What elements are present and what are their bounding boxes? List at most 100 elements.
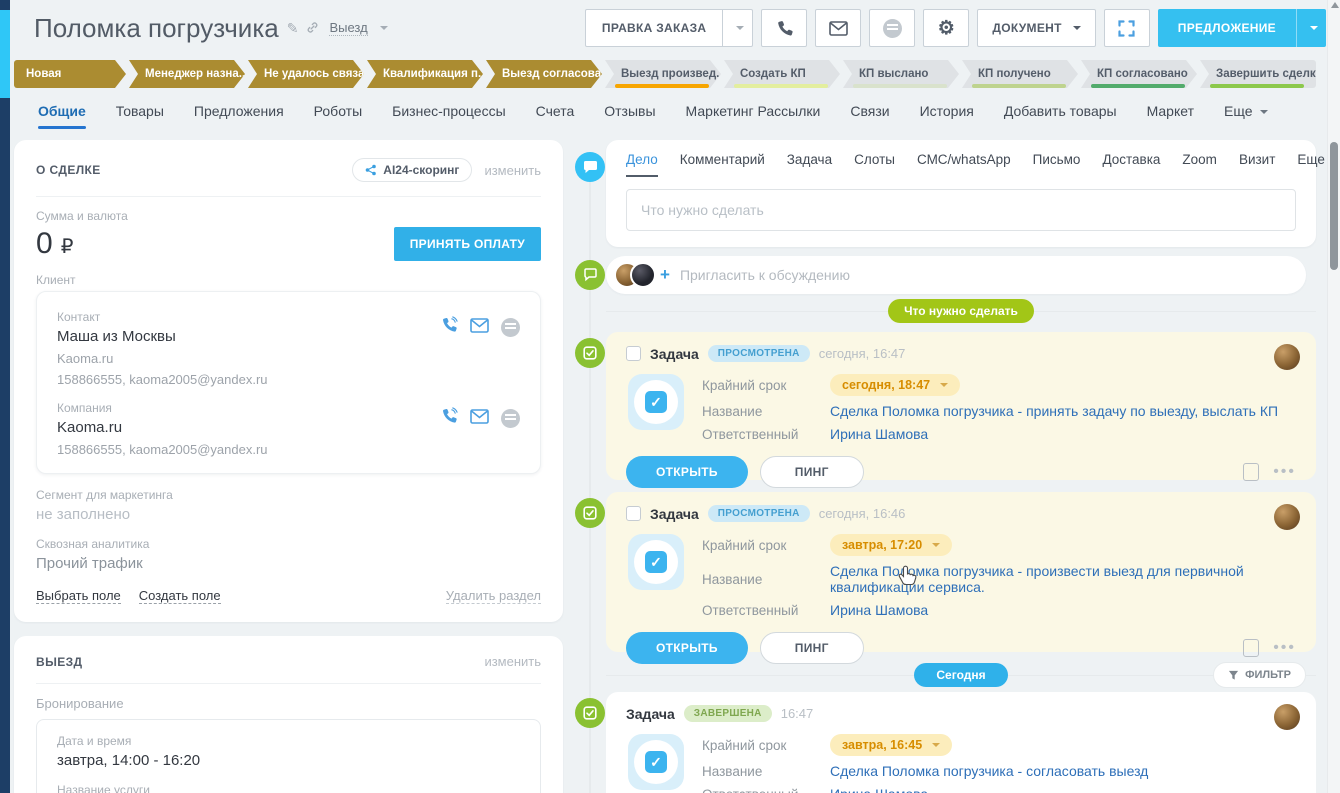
tab-feedback[interactable]: Отзывы [604, 103, 655, 129]
analytics-value[interactable]: Прочий трафик [36, 555, 541, 572]
task-checkbox[interactable] [626, 346, 641, 361]
etab-email[interactable]: Письмо [1033, 152, 1081, 177]
stage-qualification[interactable]: Квалификация п... [367, 60, 483, 88]
todo-pill[interactable]: Что нужно сделать [888, 299, 1034, 323]
tab-history[interactable]: История [920, 103, 974, 129]
etab-comment[interactable]: Комментарий [680, 152, 765, 177]
scrollbar[interactable] [1327, 0, 1340, 793]
invite-discussion-bar[interactable]: + Пригласить к обсуждению [606, 256, 1306, 294]
delete-section-link[interactable]: Удалить раздел [445, 588, 541, 604]
today-pill[interactable]: Сегодня [914, 663, 1008, 687]
stage-offer-agreed[interactable]: КП согласовано [1081, 60, 1197, 88]
tab-invoices[interactable]: Счета [536, 103, 575, 129]
contact-email-icon[interactable] [470, 317, 489, 338]
todo-input[interactable] [626, 189, 1296, 231]
create-field-link[interactable]: Создать поле [138, 588, 221, 604]
company-email-icon[interactable] [470, 408, 489, 429]
stage-manager-assigned[interactable]: Менеджер назна... [129, 60, 245, 88]
edit-order-button[interactable]: ПРАВКА ЗАКАЗА [584, 9, 754, 47]
responsible-link[interactable]: Ирина Шамова [830, 426, 1278, 442]
note-icon[interactable] [1243, 463, 1260, 481]
offer-dropdown[interactable] [1296, 9, 1326, 47]
stage-create-offer[interactable]: Создать КП [724, 60, 840, 88]
chat-button[interactable] [869, 9, 916, 47]
select-field-link[interactable]: Выбрать поле [36, 588, 121, 604]
company-call-icon[interactable] [440, 407, 458, 430]
edit-order-dropdown[interactable] [722, 10, 752, 46]
etab-visit[interactable]: Визит [1239, 152, 1275, 177]
ping-button[interactable]: ПИНГ [759, 632, 864, 664]
note-icon[interactable] [1243, 639, 1260, 657]
task-checkbox[interactable] [626, 506, 641, 521]
accept-payment-button[interactable]: ПРИНЯТЬ ОПЛАТУ [393, 227, 541, 261]
responsible-link[interactable]: Ирина Шамова [830, 602, 1296, 618]
stage-offer-sent[interactable]: КП выслано [843, 60, 959, 88]
stage-new[interactable]: Новая [14, 60, 126, 88]
chevron-down-icon [379, 26, 388, 30]
task-icon-circle [575, 498, 605, 528]
deadline-pill[interactable]: завтра, 16:45 [830, 734, 953, 756]
contact-chat-icon[interactable] [501, 318, 520, 337]
ping-button[interactable]: ПИНГ [759, 456, 864, 488]
call-button[interactable] [761, 9, 808, 47]
tab-products[interactable]: Товары [116, 103, 164, 129]
offer-button[interactable]: ПРЕДЛОЖЕНИЕ [1157, 9, 1326, 47]
chevron-down-icon [932, 543, 941, 547]
etab-slots[interactable]: Слоты [854, 152, 895, 177]
scroll-up-arrow[interactable] [1331, 2, 1339, 8]
collapsed-sidebar[interactable] [0, 0, 10, 793]
link-icon[interactable] [306, 21, 319, 36]
deadline-pill[interactable]: сегодня, 18:47 [830, 374, 961, 396]
more-actions-icon[interactable]: ••• [1273, 464, 1296, 480]
participant-avatars [614, 262, 656, 288]
settings-button[interactable]: ⚙ [923, 9, 970, 47]
etab-activity[interactable]: Дело [626, 152, 658, 177]
document-button[interactable]: ДОКУМЕНТ [977, 9, 1096, 47]
company-chat-icon[interactable] [501, 409, 520, 428]
edit-section-link[interactable]: изменить [484, 163, 541, 178]
segment-value[interactable]: не заполнено [36, 506, 541, 523]
fullscreen-button[interactable] [1103, 9, 1150, 47]
open-task-button[interactable]: ОТКРЫТЬ [626, 632, 748, 664]
tab-robots[interactable]: Роботы [314, 103, 362, 129]
tab-business-processes[interactable]: Бизнес-процессы [392, 103, 505, 129]
stage-no-contact[interactable]: Не удалось связа... [248, 60, 364, 88]
stage-visit-done[interactable]: Выезд произвед... [605, 60, 721, 88]
task-title-link[interactable]: Сделка Поломка погрузчика - согласовать … [830, 763, 1148, 779]
amount-value[interactable]: 0 [36, 227, 53, 261]
tab-quotes[interactable]: Предложения [194, 103, 284, 129]
etab-delivery[interactable]: Доставка [1102, 152, 1160, 177]
chevron-down-icon [735, 26, 744, 30]
tab-links[interactable]: Связи [850, 103, 889, 129]
tab-add-products[interactable]: Добавить товары [1004, 103, 1117, 129]
etab-sms-whatsapp[interactable]: СМС/whatsApp [917, 152, 1011, 177]
stage-close-deal[interactable]: Завершить сделку [1200, 60, 1316, 88]
tab-marketing[interactable]: Маркетинг Рассылки [686, 103, 821, 129]
task-icon-circle [575, 338, 605, 368]
chevron-down-icon [932, 743, 941, 747]
edit-title-icon[interactable]: ✎ [287, 21, 299, 35]
filter-button[interactable]: ФИЛЬТР [1213, 662, 1306, 688]
contact-call-icon[interactable] [440, 316, 458, 339]
tab-more[interactable]: Еще [1224, 103, 1269, 129]
stage-offer-received[interactable]: КП получено [962, 60, 1078, 88]
etab-zoom[interactable]: Zoom [1182, 152, 1217, 177]
add-participant-icon[interactable]: + [660, 265, 670, 285]
contact-site-link[interactable]: Kaoma.ru [57, 351, 520, 366]
pipeline-category-link[interactable]: Выезд [329, 20, 368, 36]
status-badge: ПРОСМОТРЕНА [707, 345, 810, 362]
open-task-button[interactable]: ОТКРЫТЬ [626, 456, 748, 488]
scrollbar-thumb[interactable] [1330, 142, 1338, 270]
etab-task[interactable]: Задача [787, 152, 832, 177]
tab-market[interactable]: Маркет [1147, 103, 1194, 129]
more-actions-icon[interactable]: ••• [1273, 640, 1296, 656]
deadline-pill[interactable]: завтра, 17:20 [830, 534, 953, 556]
task-title-link[interactable]: Сделка Поломка погрузчика - принять зада… [830, 403, 1278, 419]
task-check-icon [583, 346, 597, 360]
edit-section-link[interactable]: изменить [484, 654, 541, 669]
tab-general[interactable]: Общие [38, 103, 86, 129]
ai-scoring-button[interactable]: AI24-скоринг [352, 158, 473, 182]
stage-visit-approved[interactable]: Выезд согласован [486, 60, 602, 88]
email-button[interactable] [815, 9, 862, 47]
responsible-link[interactable]: Ирина Шамова [830, 786, 1148, 793]
